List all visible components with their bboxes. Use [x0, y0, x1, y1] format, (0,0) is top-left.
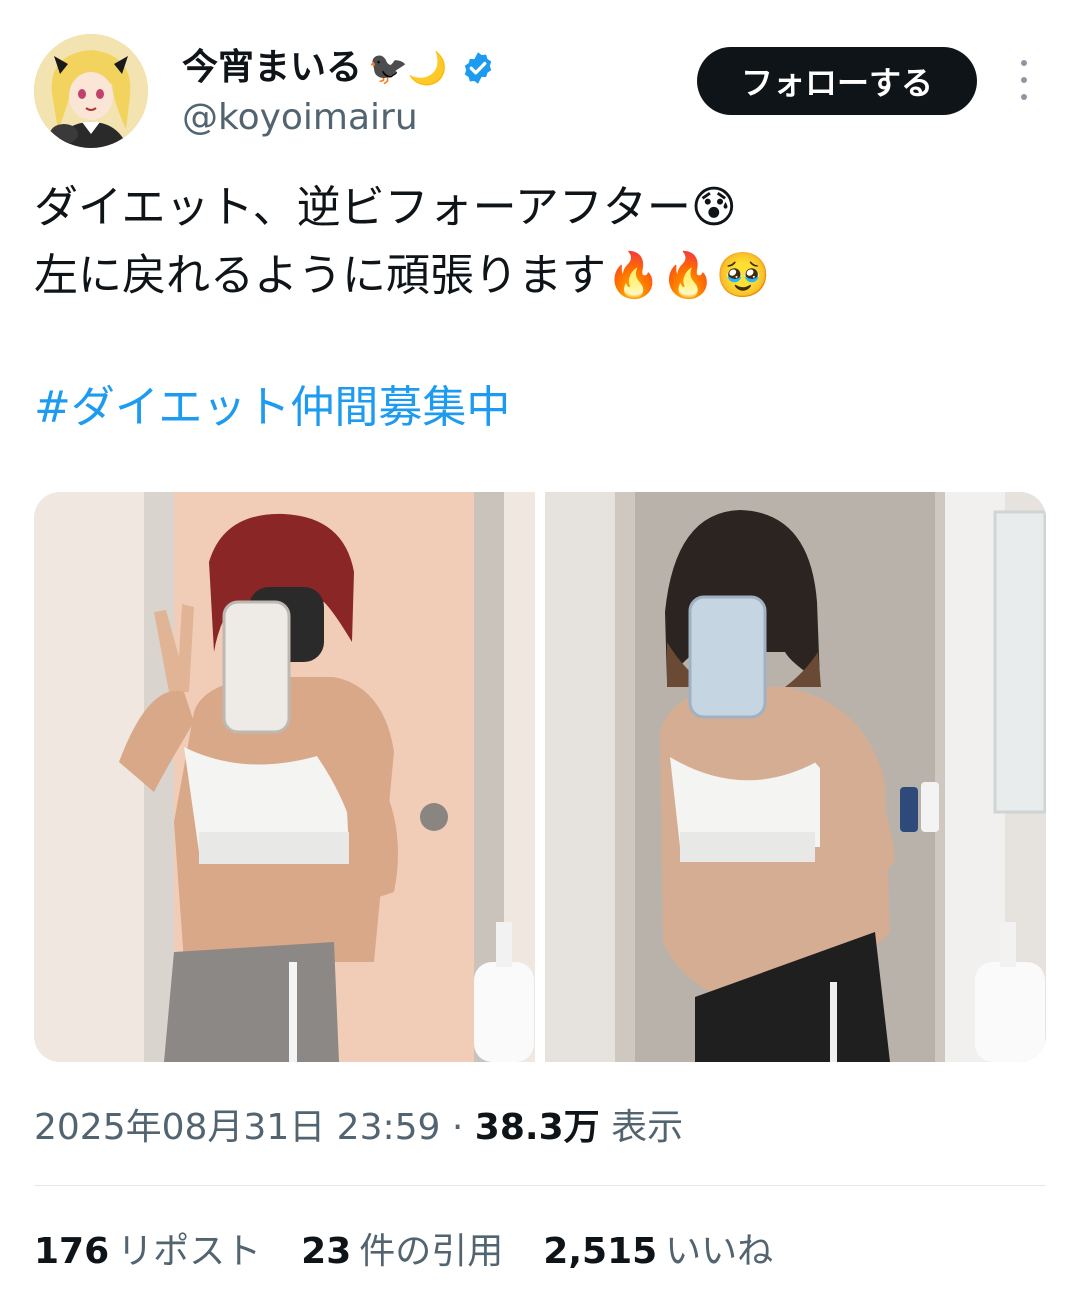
quotes-count: 23 — [301, 1231, 352, 1272]
photo-before[interactable] — [34, 492, 535, 1062]
display-name[interactable]: 今宵まいる 🐦‍⬛🌙 — [182, 44, 496, 92]
avatar[interactable] — [34, 34, 148, 148]
likes-stat[interactable]: 2,515 いいね — [543, 1228, 773, 1276]
display-name-text: 今宵まいる — [182, 47, 363, 88]
photo-after[interactable] — [545, 492, 1046, 1062]
meta-separator: · — [451, 1107, 464, 1148]
anime-avatar-icon — [34, 34, 148, 148]
follow-button[interactable]: フォローする — [697, 47, 977, 115]
engagement-stats: 176 リポスト 23 件の引用 2,515 いいね — [34, 1228, 813, 1276]
reposts-label: リポスト — [117, 1231, 262, 1272]
tweet-text-line-2: 左に戻れるように頑張ります🔥🔥🥹 — [34, 250, 771, 301]
views-label: 表示 — [611, 1107, 684, 1148]
more-vertical-icon[interactable] — [1008, 60, 1040, 100]
tweet-detail: 今宵まいる 🐦‍⬛🌙 @koyoimairu フォローする ダイエット、逆ビフォ… — [0, 0, 1080, 1299]
verified-badge-icon — [464, 52, 491, 84]
tweet-meta: 2025年08月31日 23:59 · 38.3万 表示 — [34, 1104, 683, 1152]
tweet-text-line-1: ダイエット、逆ビフォーアフター😰 — [34, 182, 737, 233]
quotes-label: 件の引用 — [359, 1231, 504, 1272]
reposts-count: 176 — [34, 1231, 110, 1272]
user-handle[interactable]: @koyoimairu — [182, 94, 418, 142]
name-emojis: 🐦‍⬛🌙 — [368, 49, 448, 87]
quotes-stat[interactable]: 23 件の引用 — [301, 1228, 503, 1276]
likes-count: 2,515 — [543, 1231, 658, 1272]
reposts-stat[interactable]: 176 リポスト — [34, 1228, 261, 1276]
hashtag-link[interactable]: #ダイエット仲間募集中 — [34, 380, 510, 436]
tweet-datetime[interactable]: 2025年08月31日 23:59 — [34, 1107, 440, 1148]
media-grid — [34, 492, 1046, 1062]
likes-label: いいね — [665, 1231, 774, 1272]
views-count: 38.3万 — [474, 1107, 600, 1148]
divider — [34, 1185, 1046, 1186]
